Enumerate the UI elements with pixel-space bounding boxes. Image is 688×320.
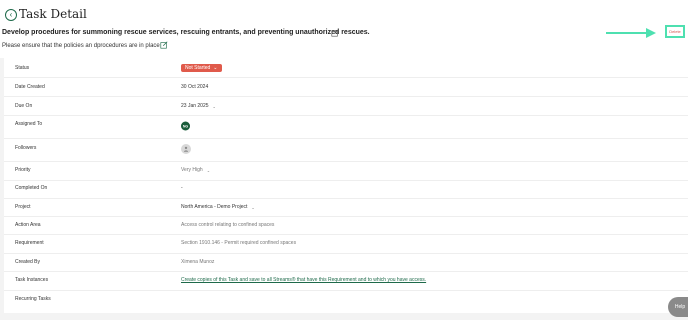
priority-value: Very High	[181, 167, 203, 173]
status-value: Not Started	[185, 65, 211, 71]
completed-on-text: -	[181, 185, 183, 191]
action-area-text: Access control relating to confined spac…	[181, 222, 275, 228]
row-task-instances: Task Instances Create copies of this Tas…	[4, 271, 688, 291]
back-button[interactable]: ‹	[5, 9, 17, 21]
task-title: Develop procedures for summoning rescue …	[2, 29, 370, 36]
delete-button[interactable]: Delete	[665, 25, 685, 38]
due-on-picker[interactable]: 23 Jan 2025 ⌄	[181, 103, 216, 109]
row-priority: Priority Very High ⌄	[4, 161, 688, 181]
task-instances-label: Task Instances	[15, 277, 49, 283]
task-detail-page: ‹ Task Detail Develop procedures for sum…	[0, 0, 688, 320]
delete-label: Delete	[669, 29, 681, 34]
chevron-down-icon: ⌄	[206, 167, 211, 173]
project-value: North America - Demo Project	[181, 204, 248, 210]
row-status: Status Not Started ⌄	[4, 58, 688, 78]
edit-description-icon[interactable]	[160, 41, 168, 49]
created-by-label: Created By	[15, 259, 41, 265]
status-label: Status	[15, 65, 30, 71]
action-area-value: Access control relating to confined spac…	[181, 222, 274, 228]
chevron-down-icon: ⌄	[212, 103, 216, 109]
date-created-value: 30 Oct 2024	[181, 84, 208, 90]
create-task-copies-link[interactable]: Create copies of this Task and save to a…	[181, 277, 426, 283]
completed-on-label: Completed On	[15, 185, 48, 191]
due-on-value: 23 Jan 2025	[181, 103, 209, 109]
completed-on-value: -	[181, 185, 183, 191]
row-completed-on: Completed On -	[4, 180, 688, 199]
assigned-to-field: NG	[181, 121, 190, 131]
task-details-card: Status Not Started ⌄ Date Created 30 Oct…	[4, 58, 688, 313]
row-project: Project North America - Demo Project ⌄	[4, 198, 688, 217]
chevron-down-icon: ⌄	[251, 204, 255, 210]
action-area-label: Action Area	[15, 222, 41, 228]
task-description: Please ensure that the policies an dproc…	[2, 43, 160, 49]
row-action-area: Action Area Access control relating to c…	[4, 216, 688, 235]
priority-dropdown[interactable]: Very High ⌄	[181, 167, 210, 173]
row-followers: Followers	[4, 138, 688, 162]
chevron-left-icon: ‹	[9, 10, 13, 19]
row-due-on: Due On 23 Jan 2025 ⌄	[4, 96, 688, 116]
arrow-right-icon	[606, 28, 656, 38]
date-created-label: Date Created	[15, 84, 45, 90]
followers-label: Followers	[15, 145, 37, 151]
date-created-text: 30 Oct 2024	[181, 84, 209, 90]
recurring-tasks-label: Recurring Tasks	[15, 296, 51, 302]
project-label: Project	[15, 204, 31, 210]
created-by-value: Ximena Munoz	[181, 259, 214, 265]
due-on-label: Due On	[15, 103, 33, 109]
help-button[interactable]: Help	[668, 297, 688, 317]
row-requirement: Requirement Section 1910.146 - Permit re…	[4, 234, 688, 254]
user-icon	[183, 146, 189, 152]
followers-field	[181, 144, 191, 154]
requirement-text: Section 1910.146 - Permit required confi…	[181, 240, 297, 246]
assignee-initials: NG	[182, 124, 189, 128]
chevron-down-icon: ⌄	[213, 65, 218, 71]
page-title: Task Detail	[19, 7, 87, 21]
page-header: ‹ Task Detail	[0, 0, 688, 28]
requirement-value: Section 1910.146 - Permit required confi…	[181, 240, 296, 246]
status-dropdown[interactable]: Not Started ⌄	[181, 64, 222, 72]
assignee-avatar[interactable]: NG	[181, 121, 190, 131]
add-follower-button[interactable]	[181, 144, 191, 154]
status-field: Not Started ⌄	[181, 64, 222, 72]
project-dropdown[interactable]: North America - Demo Project ⌄	[181, 204, 255, 210]
created-by-text: Ximena Munoz	[181, 259, 215, 265]
row-date-created: Date Created 30 Oct 2024	[4, 77, 688, 97]
requirement-label: Requirement	[15, 240, 44, 246]
help-label: Help	[674, 304, 686, 310]
task-instances-field: Create copies of this Task and save to a…	[181, 277, 426, 283]
assigned-to-label: Assigned To	[15, 121, 43, 127]
priority-label: Priority	[15, 167, 31, 173]
row-created-by: Created By Ximena Munoz	[4, 253, 688, 272]
edit-title-icon[interactable]	[331, 29, 339, 37]
row-recurring-tasks: Recurring Tasks	[4, 290, 688, 308]
row-assigned-to: Assigned To NG	[4, 115, 688, 139]
task-header: Develop procedures for summoning rescue …	[0, 28, 688, 58]
